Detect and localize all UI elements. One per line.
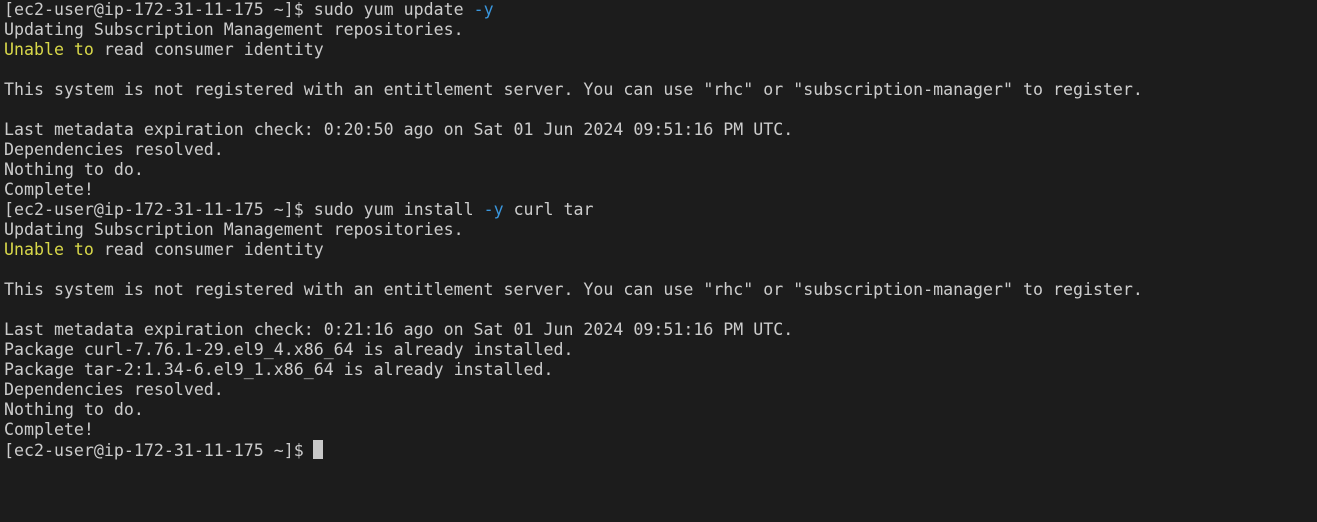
text-cursor[interactable]	[312, 440, 323, 459]
terminal-window[interactable]: [ec2-user@ip-172-31-11-175 ~]$ sudo yum …	[0, 0, 1317, 522]
command-flag: -y	[473, 0, 494, 19]
output-line: Nothing to do.	[4, 160, 144, 179]
command-text: sudo yum update	[313, 0, 464, 19]
warning-suffix: read consumer identity	[103, 240, 324, 259]
output-line: Dependencies resolved.	[4, 140, 224, 159]
output-line: Dependencies resolved.	[4, 380, 224, 399]
shell-prompt: [ec2-user@ip-172-31-11-175 ~]$	[4, 0, 304, 19]
command-text: sudo yum install	[313, 200, 474, 219]
shell-prompt: [ec2-user@ip-172-31-11-175 ~]$	[4, 200, 304, 219]
command-args: curl tar	[513, 200, 594, 219]
output-line: Complete!	[4, 180, 94, 199]
output-line: Package curl-7.76.1-29.el9_4.x86_64 is a…	[4, 340, 574, 359]
command-flag: -y	[483, 200, 504, 219]
warning-prefix: Unable to	[4, 240, 94, 259]
output-line: This system is not registered with an en…	[4, 80, 1143, 99]
output-line: Nothing to do.	[4, 400, 144, 419]
output-line: Last metadata expiration check: 0:21:16 …	[4, 320, 794, 339]
warning-prefix: Unable to	[4, 40, 94, 59]
output-line: This system is not registered with an en…	[4, 280, 1143, 299]
output-line: Package tar-2:1.34-6.el9_1.x86_64 is alr…	[4, 360, 554, 379]
active-prompt-line[interactable]: [ec2-user@ip-172-31-11-175 ~]$	[4, 440, 1317, 460]
command-line-yum-install: [ec2-user@ip-172-31-11-175 ~]$ sudo yum …	[4, 200, 1317, 220]
output-line: Last metadata expiration check: 0:20:50 …	[4, 120, 794, 139]
output-line: Updating Subscription Management reposit…	[4, 20, 464, 39]
shell-prompt: [ec2-user@ip-172-31-11-175 ~]$	[4, 441, 304, 460]
output-line: Complete!	[4, 420, 94, 439]
warning-suffix: read consumer identity	[103, 40, 324, 59]
output-line: Updating Subscription Management reposit…	[4, 220, 464, 239]
warning-line: Unable to read consumer identity	[4, 240, 1317, 260]
warning-line: Unable to read consumer identity	[4, 40, 1317, 60]
command-line-yum-update: [ec2-user@ip-172-31-11-175 ~]$ sudo yum …	[4, 0, 1317, 20]
